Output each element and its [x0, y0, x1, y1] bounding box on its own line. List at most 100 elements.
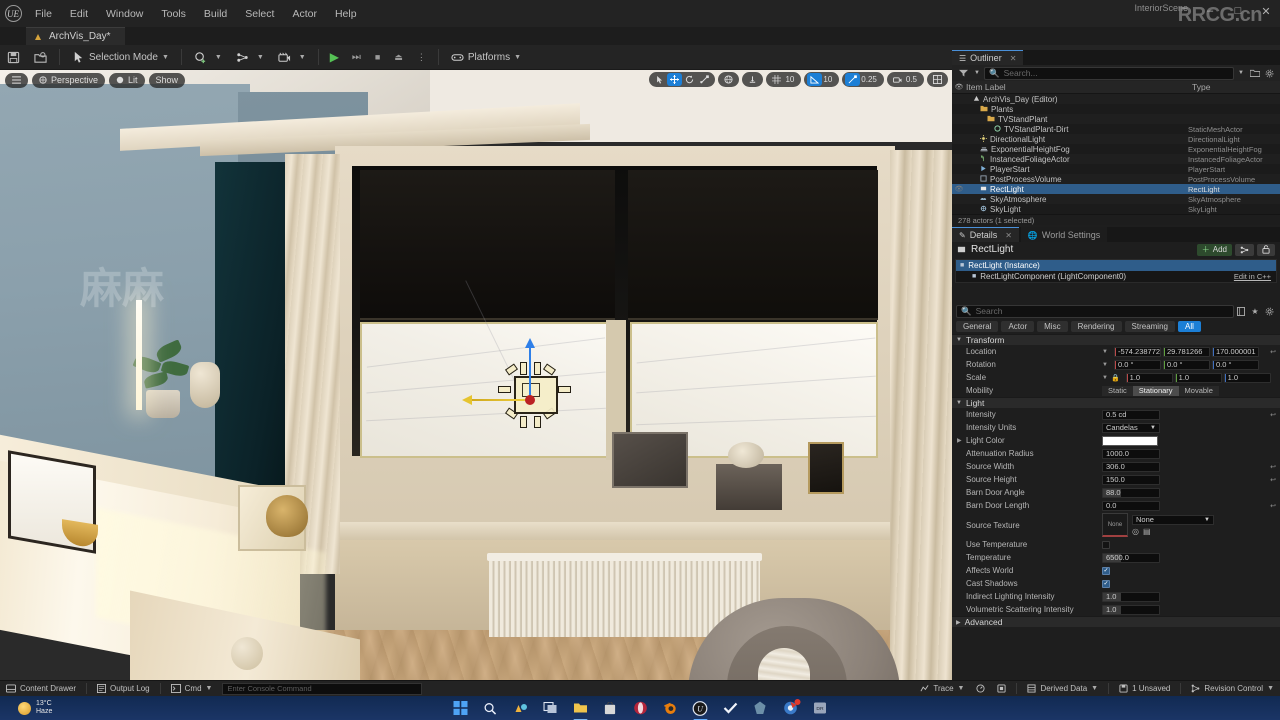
- component-row-1[interactable]: ■ RectLightComponent (LightComponent0) Edi…: [956, 271, 1276, 282]
- viewport-show-button[interactable]: Show: [148, 72, 186, 88]
- mobility-movable[interactable]: Movable: [1178, 385, 1219, 396]
- tab-details[interactable]: ✎ Details ✕: [952, 227, 1019, 242]
- search-icon[interactable]: [482, 700, 499, 717]
- property-row-attenuation-radius[interactable]: Attenuation Radius 1000.0: [952, 447, 1280, 460]
- value-field[interactable]: 306.0: [1102, 461, 1160, 472]
- chevron-right-icon[interactable]: ▶: [957, 437, 962, 444]
- viewport-layout-group[interactable]: [927, 72, 948, 87]
- property-row-volumetric-scattering-intensity[interactable]: Volumetric Scattering Intensity 1.0: [952, 603, 1280, 616]
- create-actor-button[interactable]: ▼: [189, 48, 227, 67]
- start-icon[interactable]: [452, 700, 469, 717]
- texture-dropdown[interactable]: None ▼: [1132, 514, 1214, 525]
- save-button[interactable]: [2, 48, 25, 67]
- chevron-down-icon[interactable]: ▼: [1234, 67, 1248, 80]
- chevron-down-icon[interactable]: ▼: [1102, 362, 1108, 368]
- component-list[interactable]: ■ RectLight (Instance) ■ RectLightComponent…: [955, 259, 1277, 283]
- dropdown-field[interactable]: Candelas ▼: [1102, 422, 1160, 433]
- layout-icon[interactable]: [930, 73, 945, 86]
- mobility-static[interactable]: Static: [1102, 385, 1133, 396]
- details-search-input[interactable]: 🔍 Search: [956, 304, 1234, 318]
- outliner-row-exponentialheightfog[interactable]: ExponentialHeightFog ExponentialHeightFog: [952, 144, 1280, 154]
- obsidian-icon[interactable]: [752, 700, 769, 717]
- opera-icon[interactable]: [632, 700, 649, 717]
- surface-snap-group[interactable]: [742, 72, 764, 87]
- value-field[interactable]: 0.0: [1102, 500, 1160, 511]
- value-field-x[interactable]: 0.0 °: [1113, 359, 1161, 370]
- davinci-icon[interactable]: DR: [812, 700, 829, 717]
- blueprint-link-button[interactable]: [1235, 243, 1254, 256]
- reset-to-default-icon[interactable]: ↩: [1270, 348, 1276, 356]
- new-folder-icon[interactable]: [1248, 67, 1262, 80]
- grid-snap-value[interactable]: 10: [784, 75, 798, 84]
- reset-to-default-icon[interactable]: ↩: [1270, 476, 1276, 484]
- value-field-z[interactable]: 1.0: [1223, 372, 1271, 383]
- value-field-y[interactable]: 0.0 °: [1162, 359, 1210, 370]
- outliner-row-tvstandplant-dirt[interactable]: TVStandPlant-Dirt StaticMeshActor: [952, 124, 1280, 134]
- grid-snap-group[interactable]: 10: [766, 72, 802, 87]
- property-row-temperature[interactable]: Temperature 6500.0: [952, 551, 1280, 564]
- value-field-z[interactable]: 0.0 °: [1211, 359, 1259, 370]
- outliner-search-input[interactable]: 🔍 Search...: [984, 66, 1234, 80]
- checkbox[interactable]: ✓: [1102, 579, 1110, 588]
- unreal-icon[interactable]: U: [692, 700, 709, 720]
- details-settings-icon[interactable]: [1262, 305, 1276, 318]
- menu-help[interactable]: Help: [326, 4, 366, 24]
- visibility-toggle-icon[interactable]: 👁: [952, 185, 966, 193]
- tab-outliner[interactable]: ☰ Outliner ✕: [952, 50, 1024, 65]
- lock-details-button[interactable]: [1257, 243, 1275, 256]
- scale-snap-value[interactable]: 0.25: [860, 75, 881, 84]
- color-swatch[interactable]: [1102, 435, 1158, 446]
- outliner-row-playerstart[interactable]: PlayerStart PlayerStart: [952, 164, 1280, 174]
- chevron-down-icon[interactable]: ▼: [1102, 375, 1108, 381]
- blender-icon[interactable]: [662, 700, 679, 717]
- translate-mode-icon[interactable]: [667, 73, 683, 86]
- chevron-down-icon[interactable]: ▼: [970, 67, 984, 80]
- platforms-button[interactable]: Platforms ▼: [446, 48, 526, 67]
- gizmo-origin[interactable]: [525, 395, 535, 405]
- close-icon[interactable]: ✕: [1005, 231, 1012, 240]
- outliner-settings-icon[interactable]: [1262, 67, 1276, 80]
- value-field-x[interactable]: 1.0: [1125, 372, 1173, 383]
- outliner-row-postprocessvolume[interactable]: PostProcessVolume PostProcessVolume: [952, 174, 1280, 184]
- filter-chip-misc[interactable]: Misc: [1037, 321, 1068, 332]
- outliner-row-tvstandplant[interactable]: TVStandPlant: [952, 114, 1280, 124]
- property-row-location[interactable]: Location ▼ -574.238772 29.781266 170.000001 ↩: [952, 345, 1280, 358]
- filter-chip-all[interactable]: All: [1177, 321, 1201, 332]
- transform-mode-group[interactable]: [649, 72, 716, 87]
- property-row-indirect-lighting-intensity[interactable]: Indirect Lighting Intensity 1.0: [952, 590, 1280, 603]
- close-button[interactable]: ✕: [1252, 0, 1280, 22]
- property-row-intensity[interactable]: Intensity 0.5 cd ↩: [952, 408, 1280, 421]
- memory-icon-button[interactable]: [991, 682, 1012, 695]
- outliner-row-plants[interactable]: Plants: [952, 104, 1280, 114]
- cmd-button[interactable]: Cmd ▼: [165, 682, 219, 695]
- lock-icon[interactable]: 🔒: [1111, 374, 1120, 382]
- transform-gizmo[interactable]: [462, 338, 571, 428]
- property-row-light-color[interactable]: ▶ Light Color: [952, 434, 1280, 447]
- component-row-0[interactable]: ■ RectLight (Instance): [956, 260, 1276, 271]
- value-field[interactable]: 1000.0: [1102, 448, 1160, 459]
- value-field-x[interactable]: -574.238772: [1113, 346, 1161, 357]
- property-row-barn-door-angle[interactable]: Barn Door Angle 88.0: [952, 486, 1280, 499]
- store-icon[interactable]: [602, 700, 619, 717]
- rotate-mode-icon[interactable]: [682, 73, 697, 86]
- slider-field[interactable]: 88.0: [1102, 487, 1160, 498]
- play-button[interactable]: ▶: [326, 48, 343, 67]
- mobility-stationary[interactable]: Stationary: [1132, 385, 1179, 396]
- slider-field[interactable]: 1.0: [1102, 604, 1160, 615]
- details-filter-chips[interactable]: General Actor Misc Rendering Streaming All: [952, 319, 1280, 334]
- cinematics-button[interactable]: ▼: [273, 48, 311, 67]
- surface-snap-icon[interactable]: [745, 73, 760, 86]
- minimize-button[interactable]: –: [1196, 0, 1224, 22]
- gizmo-axis-x[interactable]: [462, 395, 530, 405]
- camera-speed-icon[interactable]: [890, 73, 905, 86]
- value-field[interactable]: 150.0: [1102, 474, 1160, 485]
- camera-speed-group[interactable]: 0.5: [886, 72, 924, 87]
- perf-icon-button[interactable]: [970, 682, 991, 695]
- stop-button[interactable]: ■: [370, 48, 385, 67]
- level-viewport[interactable]: 麻麻 B RRCG Perspective Lit Show: [0, 70, 952, 680]
- revision-control-button[interactable]: Revision Control ▼: [1185, 682, 1280, 695]
- scale-snap-group[interactable]: 0.25: [842, 72, 884, 87]
- selection-mode-button[interactable]: Selection Mode ▼: [67, 48, 174, 67]
- section-header-light[interactable]: ▼ Light: [952, 397, 1280, 408]
- value-field-z[interactable]: 170.000001: [1211, 346, 1259, 357]
